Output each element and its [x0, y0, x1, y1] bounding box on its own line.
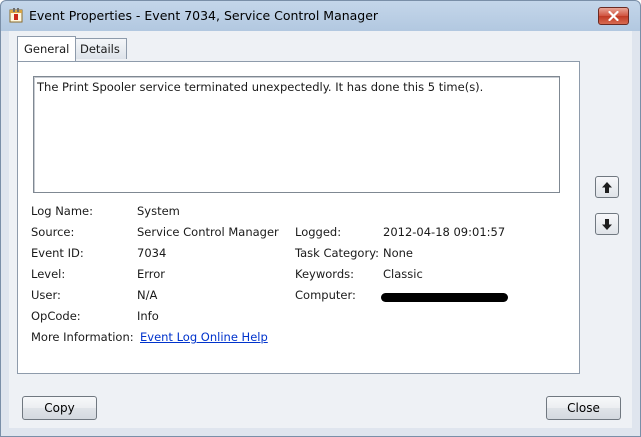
opcode-value: Info — [137, 309, 159, 323]
window-close-button[interactable] — [598, 7, 629, 25]
computer-label: Computer: — [295, 288, 356, 302]
source-label: Source: — [31, 225, 75, 239]
redacted-computer-name — [381, 293, 508, 302]
window-title: Event Properties - Event 7034, Service C… — [29, 8, 379, 23]
more-information-label: More Information: — [31, 330, 134, 344]
copy-button[interactable]: Copy — [22, 396, 97, 420]
task-category-value: None — [383, 246, 414, 260]
log-name-label: Log Name: — [31, 204, 93, 218]
level-value: Error — [137, 267, 166, 281]
close-button[interactable]: Close — [546, 396, 621, 420]
arrow-down-icon — [602, 218, 612, 230]
dialog-client-area: General Details The Print Spooler servic… — [9, 31, 632, 428]
close-icon — [608, 11, 619, 21]
logged-label: Logged: — [295, 225, 342, 239]
event-viewer-icon — [9, 8, 23, 23]
level-label: Level: — [31, 267, 66, 281]
logged-value: 2012-04-18 09:01:57 — [383, 225, 506, 239]
event-id-value: 7034 — [137, 246, 167, 260]
tab-general[interactable]: General — [17, 36, 77, 61]
tab-details[interactable]: Details — [73, 38, 127, 59]
next-event-button[interactable] — [595, 213, 619, 235]
log-name-value: System — [137, 204, 180, 218]
opcode-label: OpCode: — [31, 309, 81, 323]
task-category-label: Task Category: — [295, 246, 380, 260]
event-description-text: The Print Spooler service terminated une… — [37, 80, 484, 94]
keywords-value: Classic — [383, 267, 423, 281]
event-properties-window: Event Properties - Event 7034, Service C… — [0, 0, 641, 437]
event-description-box[interactable]: The Print Spooler service terminated une… — [33, 76, 560, 193]
user-value: N/A — [137, 288, 158, 302]
source-value: Service Control Manager — [137, 225, 279, 239]
title-bar[interactable]: Event Properties - Event 7034, Service C… — [1, 1, 640, 31]
previous-event-button[interactable] — [595, 176, 619, 198]
event-log-online-help-link[interactable]: Event Log Online Help — [140, 330, 268, 345]
event-id-label: Event ID: — [31, 246, 84, 260]
keywords-label: Keywords: — [295, 267, 354, 281]
arrow-up-icon — [602, 181, 612, 193]
general-tab-panel: The Print Spooler service terminated une… — [17, 61, 580, 374]
user-label: User: — [31, 288, 61, 302]
